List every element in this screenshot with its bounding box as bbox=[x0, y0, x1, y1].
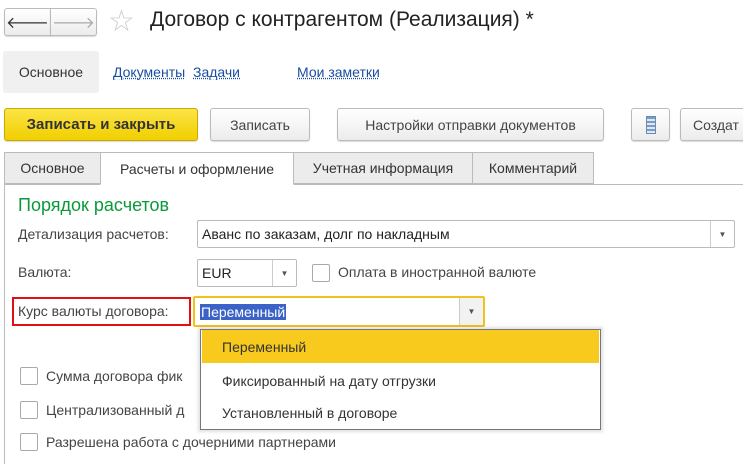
page-title: Договор с контрагентом (Реализация) * bbox=[150, 8, 534, 31]
dropdown-option[interactable]: Фиксированный на дату отгрузки bbox=[202, 364, 599, 397]
section-title: Порядок расчетов bbox=[18, 195, 170, 215]
currency-value: EUR bbox=[202, 265, 232, 281]
star-icon[interactable]: ☆ bbox=[108, 5, 135, 39]
send-settings-button[interactable]: Настройки отправки документов bbox=[337, 108, 604, 141]
foreign-payment-checkbox[interactable] bbox=[312, 264, 330, 282]
forward-button[interactable]: 🡒 bbox=[50, 8, 97, 36]
back-button[interactable]: 🡐 bbox=[4, 8, 51, 36]
dropdown-option[interactable]: Переменный bbox=[202, 330, 599, 363]
save-close-button[interactable]: Записать и закрыть bbox=[4, 108, 198, 141]
nav-item-main[interactable]: Основное bbox=[3, 51, 99, 93]
nav-documents[interactable]: Документы bbox=[113, 64, 185, 80]
arrow-right-icon: 🡒 bbox=[52, 14, 95, 32]
chevron-down-icon[interactable]: ▼ bbox=[710, 221, 734, 247]
create-button[interactable]: Создат bbox=[680, 108, 743, 141]
chevron-down-icon[interactable]: ▼ bbox=[272, 260, 296, 286]
nav-notes[interactable]: Мои заметки bbox=[297, 64, 380, 80]
currency-label: Валюта: bbox=[18, 264, 72, 280]
fixed-sum-label: Сумма договора фик bbox=[46, 368, 183, 384]
rate-select[interactable]: Переменный ▼ bbox=[193, 296, 485, 327]
menu-button[interactable] bbox=[631, 108, 670, 141]
tab-comment[interactable]: Комментарий bbox=[472, 152, 594, 184]
arrow-left-icon: 🡐 bbox=[6, 14, 49, 32]
rate-dropdown-list: Переменный Фиксированный на дату отгрузк… bbox=[200, 329, 601, 430]
tab-settlements[interactable]: Расчеты и оформление bbox=[100, 152, 294, 185]
save-button[interactable]: Записать bbox=[210, 108, 310, 141]
foreign-payment-label: Оплата в иностранной валюте bbox=[338, 264, 537, 280]
tab-main[interactable]: Основное bbox=[4, 152, 101, 184]
rate-value: Переменный bbox=[200, 303, 287, 320]
nav-label: Основное bbox=[18, 64, 84, 80]
detail-value: Аванс по заказам, долг по накладным bbox=[202, 226, 450, 242]
rate-label: Курс валюты договора: bbox=[18, 303, 169, 319]
list-icon bbox=[645, 115, 656, 134]
subsidiary-checkbox[interactable] bbox=[20, 433, 38, 451]
detail-label: Детализация расчетов: bbox=[18, 226, 169, 242]
subsidiary-label: Разрешена работа с дочерними партнерами bbox=[46, 434, 337, 450]
centralized-label: Централизованный д bbox=[46, 402, 185, 418]
dropdown-option[interactable]: Установленный в договоре bbox=[202, 396, 599, 429]
tab-accounting[interactable]: Учетная информация bbox=[293, 152, 473, 184]
centralized-checkbox[interactable] bbox=[20, 401, 38, 419]
currency-select[interactable]: EUR ▼ bbox=[197, 259, 297, 287]
detail-select[interactable]: Аванс по заказам, долг по накладным ▼ bbox=[197, 220, 735, 248]
chevron-down-icon[interactable]: ▼ bbox=[459, 298, 483, 325]
nav-tasks[interactable]: Задачи bbox=[193, 64, 240, 80]
fixed-sum-checkbox[interactable] bbox=[20, 367, 38, 385]
